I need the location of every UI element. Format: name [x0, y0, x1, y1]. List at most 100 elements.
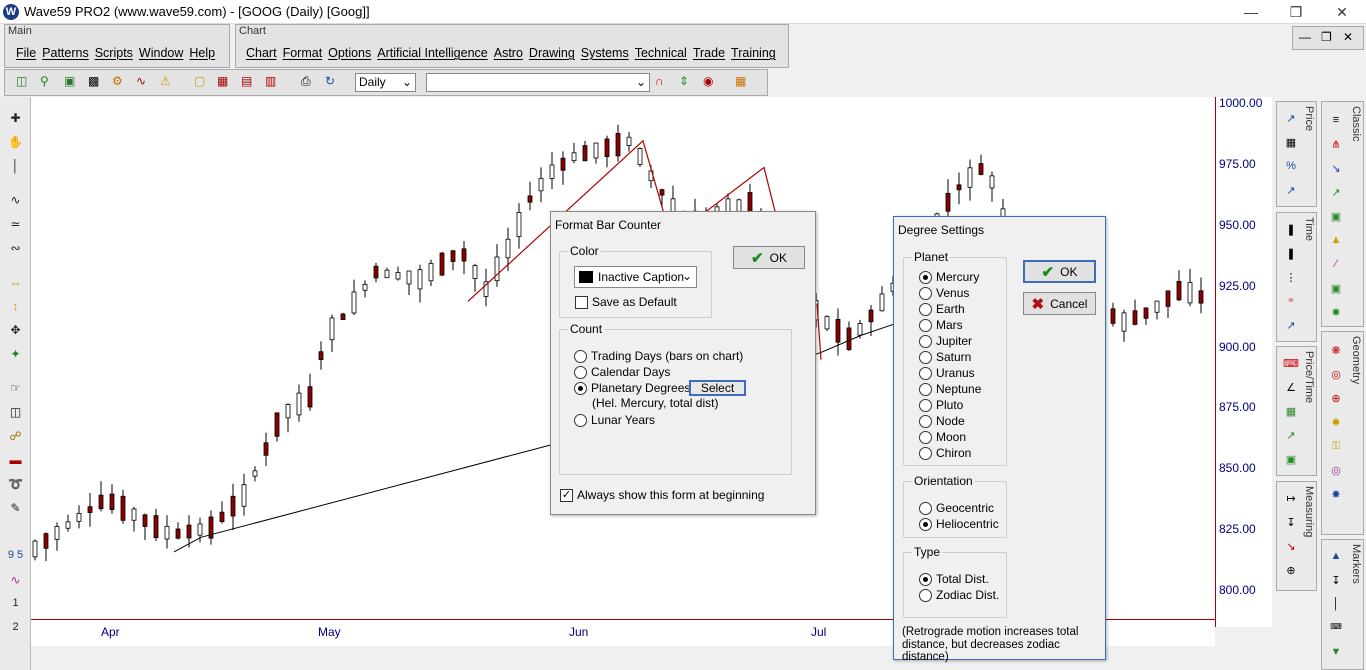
planet-option-neptune[interactable]: Neptune: [919, 382, 981, 396]
gann-box-icon[interactable]: ▣: [1327, 210, 1345, 228]
menu-window[interactable]: Window: [139, 46, 189, 60]
type-zodiac-dist[interactable]: Zodiac Dist.: [919, 588, 999, 602]
settings-icon[interactable]: ⚙: [112, 74, 130, 92]
menu-help[interactable]: Help: [189, 46, 221, 60]
move-icon[interactable]: ✥: [7, 323, 24, 340]
sine-wave-icon[interactable]: ∿: [7, 573, 24, 590]
pointer-hand-icon[interactable]: ☞: [7, 381, 24, 398]
restore-icon[interactable]: ❐: [1281, 2, 1311, 22]
radio-button[interactable]: [919, 430, 932, 444]
count-one-icon[interactable]: 1: [7, 597, 24, 614]
car-icon[interactable]: ▬: [7, 453, 24, 470]
wave-icon[interactable]: ∿: [136, 74, 154, 92]
hand-icon[interactable]: ✋: [7, 135, 24, 152]
menu-systems[interactable]: Systems: [581, 46, 635, 60]
split-icon[interactable]: ↕: [7, 299, 24, 316]
menu-astro[interactable]: Astro: [494, 46, 529, 60]
radio-button[interactable]: [919, 334, 932, 348]
spiral-icon[interactable]: ❋: [1327, 344, 1345, 362]
select-button[interactable]: Select: [689, 380, 746, 396]
always-show-checkbox[interactable]: ✓ Always show this form at beginning: [560, 488, 764, 502]
print-icon[interactable]: ⎙: [301, 74, 319, 92]
radio-button[interactable]: [919, 517, 932, 531]
menu-drawing[interactable]: Drawing: [529, 46, 581, 60]
radio-button[interactable]: [919, 414, 932, 428]
menu-file[interactable]: File: [16, 46, 42, 60]
menu-chart[interactable]: Chart: [246, 46, 283, 60]
menu-options[interactable]: Options: [328, 46, 377, 60]
count-option-trading-days[interactable]: Trading Days (bars on chart): [574, 349, 743, 363]
magnet-icon[interactable]: ∩: [655, 74, 673, 92]
box-grid-icon[interactable]: ▦: [1282, 405, 1300, 423]
marker-label-icon[interactable]: ↧: [1327, 574, 1345, 592]
checkbox-checked[interactable]: ✓: [560, 488, 573, 502]
zigzag-icon[interactable]: ∿: [7, 193, 24, 210]
circle-cross-icon[interactable]: ⊕: [1327, 392, 1345, 410]
pattern-icon[interactable]: ≃: [7, 217, 24, 234]
radio-button[interactable]: [574, 349, 587, 363]
refresh-icon[interactable]: ↻: [325, 74, 343, 92]
target-icon[interactable]: ◎: [1327, 464, 1345, 482]
triangle-icon[interactable]: ▲: [1327, 234, 1345, 252]
radio-button[interactable]: [919, 302, 932, 316]
wheel-icon[interactable]: ✹: [1327, 416, 1345, 434]
gann-fan-icon[interactable]: ↗: [1327, 186, 1345, 204]
planet-option-pluto[interactable]: Pluto: [919, 398, 963, 412]
film-icon[interactable]: ▦: [735, 74, 753, 92]
type-total-dist[interactable]: Total Dist.: [919, 572, 989, 586]
planet-option-chiron[interactable]: Chiron: [919, 446, 971, 460]
pitchfork-icon[interactable]: ⋔: [1327, 138, 1345, 156]
radio-button[interactable]: [919, 382, 932, 396]
count-option-planetary-degrees[interactable]: Planetary Degrees: [574, 381, 690, 395]
menu-scripts[interactable]: Scripts: [95, 46, 139, 60]
radio-button[interactable]: [919, 318, 932, 332]
monitor-icon[interactable]: ▩: [88, 74, 106, 92]
square-box-icon[interactable]: ▣: [1327, 282, 1345, 300]
radio-button[interactable]: [919, 286, 932, 300]
degree-ok-button[interactable]: ✔ OK: [1023, 260, 1096, 283]
cancel-button[interactable]: ✖ Cancel: [1023, 292, 1096, 315]
mdi-close-icon[interactable]: ✕: [1343, 30, 1353, 44]
symbol-select[interactable]: ⌄: [426, 73, 650, 92]
arrow-icon[interactable]: ↘: [1327, 162, 1345, 180]
save-default-checkbox[interactable]: Save as Default: [575, 295, 677, 309]
eye-icon[interactable]: ◉: [703, 74, 721, 92]
search-icon[interactable]: ⚲: [40, 74, 58, 92]
up-down-arrow-icon[interactable]: ⇕: [679, 74, 697, 92]
menu-trade[interactable]: Trade: [693, 46, 731, 60]
planet-option-mercury[interactable]: Mercury: [919, 270, 979, 284]
network-icon[interactable]: ✸: [1327, 306, 1345, 324]
text-abc-icon[interactable]: ⌨: [1282, 357, 1300, 375]
layout-icon[interactable]: ▥: [265, 74, 283, 92]
time-ray-icon[interactable]: ↗: [1282, 319, 1300, 337]
measure-v-icon[interactable]: ↧: [1282, 516, 1300, 534]
checkbox-box[interactable]: [575, 295, 588, 309]
fan-icon[interactable]: ↗: [1282, 429, 1300, 447]
vertical-line-icon[interactable]: │: [7, 159, 24, 176]
expand-icon[interactable]: ✦: [7, 347, 24, 364]
measure-diag-icon[interactable]: ↘: [1282, 540, 1300, 558]
crosshair-icon[interactable]: ✚: [7, 111, 24, 128]
planet-option-earth[interactable]: Earth: [919, 302, 965, 316]
add-chart-icon[interactable]: ▣: [64, 74, 82, 92]
orientation-heliocentric[interactable]: Heliocentric: [919, 517, 999, 531]
ray-icon[interactable]: ↗: [1282, 184, 1300, 202]
key-icon[interactable]: ⚿: [1327, 440, 1345, 458]
radio-button[interactable]: [919, 270, 932, 284]
down-marker-icon[interactable]: ▼: [1327, 646, 1345, 664]
planet-option-mars[interactable]: Mars: [919, 318, 963, 332]
radio-button[interactable]: [919, 398, 932, 412]
angle-icon[interactable]: ∠: [1282, 381, 1300, 399]
open-icon[interactable]: ▢: [194, 74, 212, 92]
warning-icon[interactable]: ⚠: [160, 74, 178, 92]
radio-button[interactable]: [919, 446, 932, 460]
planet-option-moon[interactable]: Moon: [919, 430, 966, 444]
square-icon[interactable]: ▣: [1282, 453, 1300, 471]
marker-ruler-icon[interactable]: │: [1327, 598, 1345, 616]
count-two-icon[interactable]: 2: [7, 621, 24, 638]
new-chart-icon[interactable]: ◫: [16, 74, 34, 92]
menu-ai[interactable]: Artificial Intelligence: [377, 46, 493, 60]
horizontal-arrows-icon[interactable]: ↔: [7, 275, 24, 292]
timeframe-select[interactable]: Daily ⌄: [355, 73, 416, 92]
star-icon[interactable]: ✸: [1327, 488, 1345, 506]
